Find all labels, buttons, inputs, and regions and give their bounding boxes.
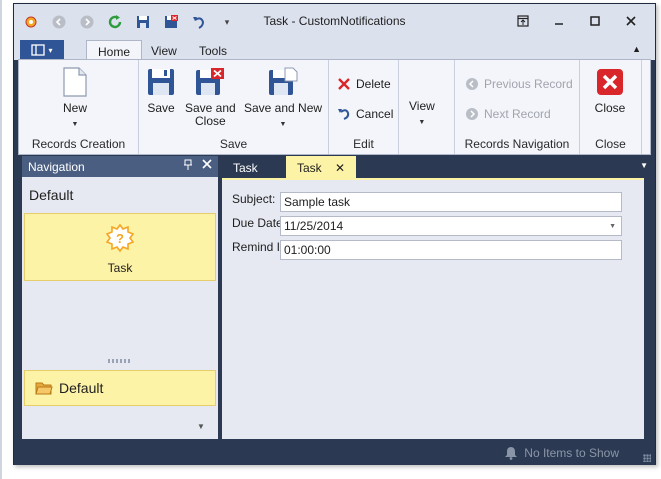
save-and-new-dropdown-icon: ▼ <box>279 121 287 128</box>
view-button[interactable]: View ▼ <box>409 100 435 129</box>
app-menu-arrow-icon: ▾ <box>48 45 53 55</box>
save-and-new-label: Save and New <box>244 101 323 115</box>
new-document-icon <box>59 66 91 98</box>
save-and-close-label: Save and Close <box>185 101 236 128</box>
navigation-header: Navigation <box>22 156 218 177</box>
subject-field[interactable]: Sample task <box>280 192 622 212</box>
nav-item-task-label: Task <box>107 261 133 275</box>
left-edge-ruler <box>0 0 2 479</box>
save-button-label: Save <box>147 101 175 115</box>
save-and-new-floppy-icon <box>267 66 299 98</box>
previous-record-label: Previous Record <box>484 77 573 91</box>
doc-tabs-menu-icon[interactable]: ▼ <box>640 161 648 170</box>
group-records-navigation: Previous Record Next Record Records Navi… <box>455 60 580 154</box>
tab-tools[interactable]: Tools <box>188 40 238 61</box>
group-save: Save Save and Close Save and New ▼ Save <box>139 60 329 154</box>
window-controls <box>505 9 649 33</box>
minimize-icon[interactable] <box>541 9 577 33</box>
new-dropdown-icon: ▼ <box>71 121 79 128</box>
close-button-label: Close <box>594 101 626 115</box>
group-edit: Delete Cancel Edit <box>329 60 399 154</box>
save-button[interactable]: Save <box>145 66 177 115</box>
nav-more-groups-icon[interactable]: ▼ <box>197 422 205 431</box>
bell-icon <box>505 447 518 460</box>
previous-record-icon <box>466 78 478 90</box>
delete-button[interactable]: Delete <box>337 77 391 91</box>
group-view: View ▼ <box>399 60 455 154</box>
delete-x-icon <box>338 78 350 90</box>
app-menu-icon <box>31 44 46 56</box>
nav-item-task[interactable]: ? Task <box>24 213 216 281</box>
previous-record-button[interactable]: Previous Record <box>465 77 573 91</box>
group-label-save: Save <box>219 137 248 151</box>
svg-text:?: ? <box>116 231 124 246</box>
application-menu-button[interactable]: ▾ <box>20 40 64 60</box>
next-record-icon <box>466 108 478 120</box>
resize-grip[interactable] <box>643 454 651 462</box>
view-dropdown-icon: ▼ <box>418 119 426 126</box>
pin-icon[interactable] <box>184 159 192 174</box>
navigation-panel: Navigation Default ? Task Default ▼ <box>22 156 218 439</box>
tab-home[interactable]: Home <box>86 40 143 61</box>
due-date-value: 11/25/2014 <box>284 219 344 233</box>
cancel-label: Cancel <box>356 107 394 121</box>
nav-group-default-label: Default <box>59 380 104 396</box>
group-label-records-creation: Records Creation <box>31 137 126 151</box>
save-and-close-floppy-icon <box>194 66 226 98</box>
doc-tab-task-2[interactable]: Task ✕ <box>286 156 357 179</box>
nav-group-default-button[interactable]: Default <box>24 370 216 406</box>
status-bar: No Items to Show <box>14 441 655 465</box>
delete-label: Delete <box>356 77 391 91</box>
group-records-creation: New ▼ Records Creation <box>19 60 139 154</box>
task-gear-icon: ? <box>104 222 136 257</box>
save-and-close-button[interactable]: Save and Close <box>185 66 236 128</box>
nav-group-title: Default <box>29 187 74 203</box>
doc-tab-task-1-label: Task <box>233 161 258 175</box>
close-button[interactable]: Close <box>594 66 626 115</box>
due-date-field[interactable]: 11/25/2014 ▼ <box>280 216 622 236</box>
tab-view[interactable]: View <box>140 40 188 61</box>
status-text: No Items to Show <box>524 446 619 460</box>
group-label-edit: Edit <box>353 137 374 151</box>
cancel-button[interactable]: Cancel <box>337 107 393 121</box>
task-detail-view: Subject: Sample task Due Date: 11/25/201… <box>222 178 644 439</box>
new-button-label: New <box>62 101 87 115</box>
restore-layout-icon[interactable] <box>505 9 541 33</box>
new-button[interactable]: New ▼ <box>59 66 91 131</box>
collapse-ribbon-icon[interactable]: ▲ <box>632 44 641 54</box>
cancel-undo-icon <box>338 109 350 120</box>
close-window-icon[interactable] <box>613 9 649 33</box>
nav-splitter-handle[interactable] <box>108 359 132 363</box>
navigation-header-title: Navigation <box>28 160 85 174</box>
close-tab-icon[interactable]: ✕ <box>335 161 345 175</box>
doc-tab-task-2-label: Task <box>297 161 322 175</box>
remind-in-field[interactable]: 01:00:00 <box>280 240 622 260</box>
group-label-records-navigation: Records Navigation <box>464 137 570 151</box>
ribbon-home: New ▼ Records Creation Save Save and Clo… <box>18 59 651 155</box>
next-record-label: Next Record <box>484 107 551 121</box>
save-and-new-button[interactable]: Save and New ▼ <box>244 66 322 131</box>
folder-icon <box>35 382 53 395</box>
floppy-icon <box>145 66 177 98</box>
app-window: ▾ Task - CustomNotifications ▾ Home View… <box>13 3 656 465</box>
doc-tab-task-1[interactable]: Task <box>222 156 269 179</box>
ribbon-tabs-row: ▾ Home View Tools ▲ <box>14 38 655 61</box>
notifications-status[interactable]: No Items to Show <box>504 446 619 460</box>
group-close: Close Close <box>580 60 642 154</box>
title-bar: ▾ Task - CustomNotifications <box>14 4 655 38</box>
group-label-close: Close <box>595 137 626 151</box>
close-panel-icon[interactable] <box>202 159 212 172</box>
document-tabs: Task Task ✕ ▼ <box>222 156 652 179</box>
view-button-label: View <box>409 99 435 113</box>
due-date-dropdown-icon[interactable]: ▼ <box>609 223 616 230</box>
maximize-icon[interactable] <box>577 9 613 33</box>
next-record-button[interactable]: Next Record <box>465 107 551 121</box>
close-red-icon <box>594 66 626 98</box>
